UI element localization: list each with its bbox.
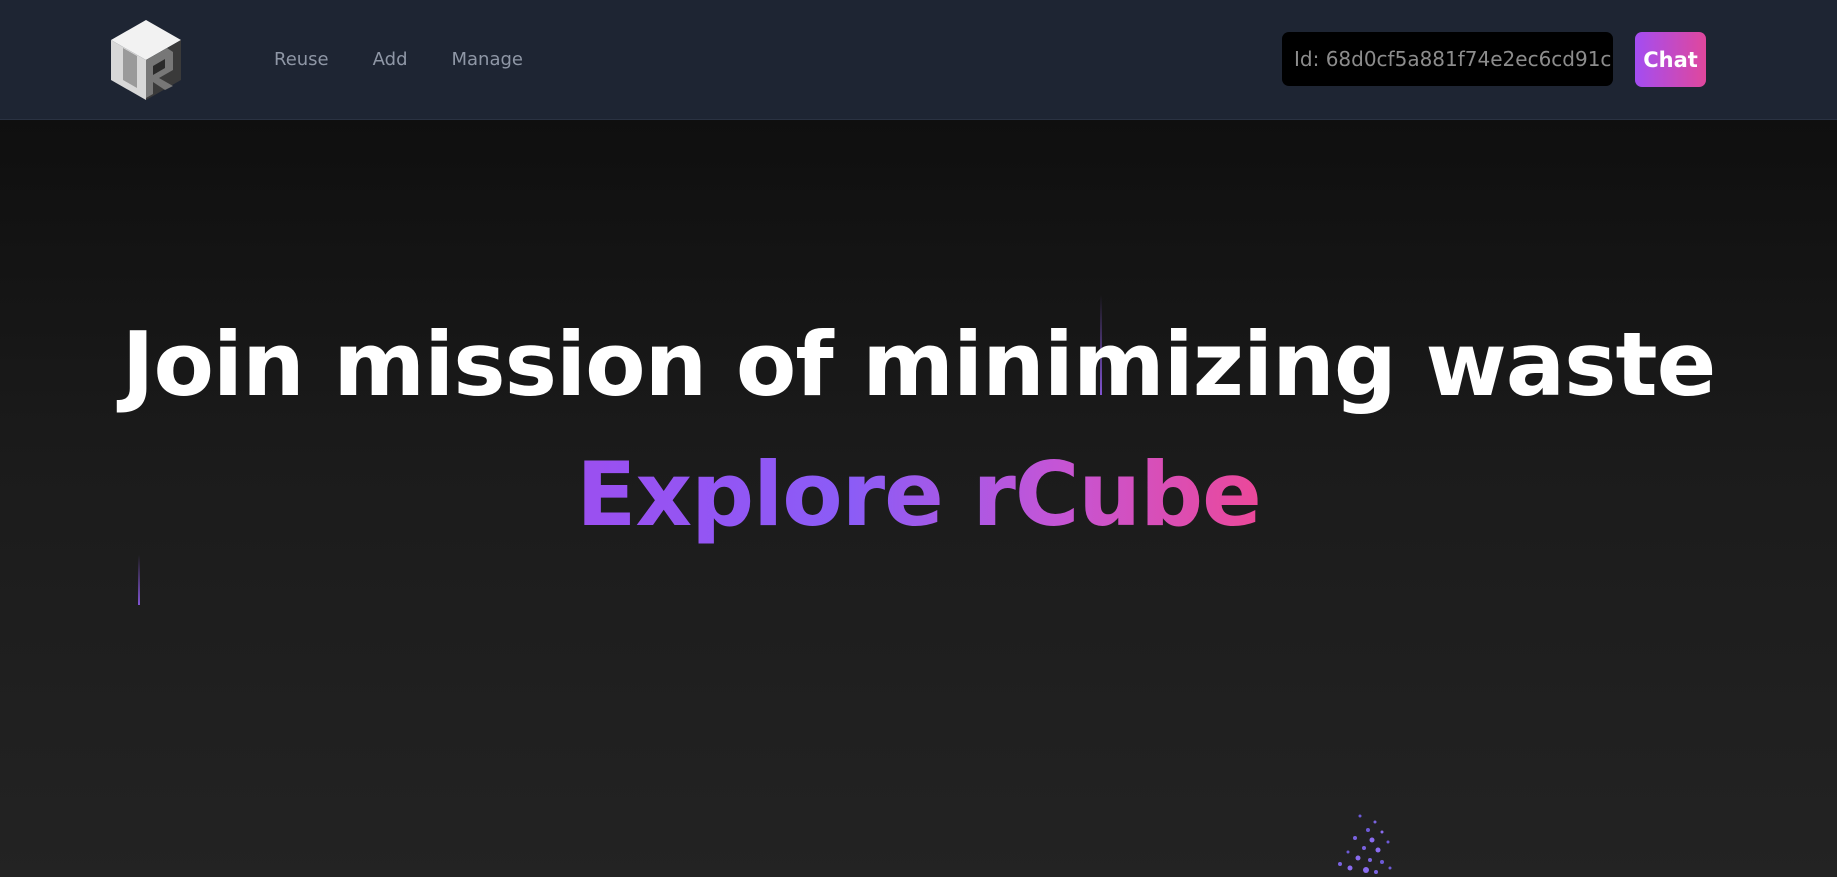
nav-link-add[interactable]: Add bbox=[373, 49, 408, 70]
nav-link-manage[interactable]: Manage bbox=[452, 49, 524, 70]
hero-section: Join mission of minimizing waste Explore… bbox=[0, 120, 1837, 877]
decorative-streak bbox=[138, 555, 140, 605]
hero-headline: Join mission of minimizing waste bbox=[121, 313, 1717, 416]
top-navbar: Reuse Add Manage Id: 68d0cf5a881f74e2ec6… bbox=[0, 0, 1837, 120]
user-id-display: Id: 68d0cf5a881f74e2ec6cd91c bbox=[1282, 32, 1613, 86]
particle-cluster bbox=[1338, 814, 1392, 874]
hero-subhead: Explore rCube bbox=[0, 445, 1837, 545]
main-nav: Reuse Add Manage bbox=[274, 0, 523, 119]
chat-button[interactable]: Chat bbox=[1635, 32, 1706, 87]
hero-subhead-text: Explore rCube bbox=[576, 443, 1262, 546]
nav-link-reuse[interactable]: Reuse bbox=[274, 49, 329, 70]
rcube-logo-icon[interactable] bbox=[109, 18, 184, 102]
